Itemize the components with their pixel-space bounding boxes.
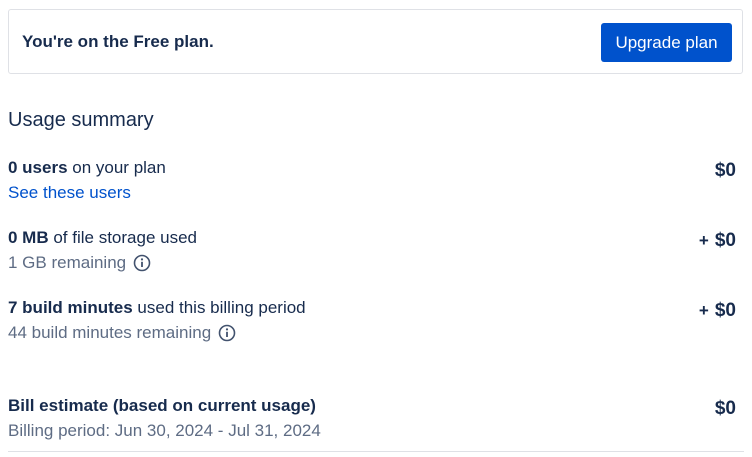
bill-estimate: Bill estimate (based on current usage) B… xyxy=(8,395,736,442)
users-description: on your plan xyxy=(67,158,166,177)
storage-price-value: $0 xyxy=(714,230,736,251)
build-remaining-text: 44 build minutes remaining xyxy=(8,323,212,342)
users-price: $0 xyxy=(715,160,736,182)
plan-status-text: You're on the Free plan. xyxy=(22,32,214,51)
users-price-value: $0 xyxy=(714,160,736,181)
bill-estimate-title: Bill estimate (based on current usage) xyxy=(8,395,736,417)
usage-row-build-minutes: 7 build minutes used this billing period… xyxy=(8,297,736,344)
build-summary: 7 build minutes used this billing period xyxy=(8,297,736,319)
users-summary: 0 users on your plan xyxy=(8,157,736,179)
usage-row-users: 0 users on your plan See these users $0 xyxy=(8,157,736,204)
plan-banner: You're on the Free plan. Upgrade plan xyxy=(8,9,743,74)
users-count: 0 users xyxy=(8,158,68,177)
usage-row-storage: 0 MB of file storage used 1 GB remaining… xyxy=(8,227,736,274)
storage-price: + $0 xyxy=(699,230,736,252)
storage-summary: 0 MB of file storage used xyxy=(8,227,736,249)
build-price-value: $0 xyxy=(714,300,736,321)
billing-period-text: Billing period: Jun 30, 2024 - Jul 31, 2… xyxy=(8,421,321,440)
storage-remaining-text: 1 GB remaining xyxy=(8,253,127,272)
billing-period: Billing period: Jun 30, 2024 - Jul 31, 2… xyxy=(8,420,736,442)
build-price: + $0 xyxy=(699,300,736,322)
build-description: used this billing period xyxy=(132,298,306,317)
storage-plus-sign: + xyxy=(698,231,709,250)
upgrade-plan-button[interactable]: Upgrade plan xyxy=(601,23,732,62)
build-plus-sign: + xyxy=(698,301,709,320)
bill-estimate-label: Bill estimate (based on current usage) xyxy=(8,396,316,415)
bottom-divider xyxy=(8,451,744,452)
usage-summary-title: Usage summary xyxy=(8,109,154,131)
storage-amount: 0 MB xyxy=(8,228,49,247)
info-icon[interactable] xyxy=(133,254,151,272)
build-minutes-count: 7 build minutes xyxy=(8,298,133,317)
storage-description: of file storage used xyxy=(48,228,197,247)
see-these-users-link[interactable]: See these users xyxy=(8,182,131,204)
info-icon[interactable] xyxy=(218,324,236,342)
bill-estimate-price-value: $0 xyxy=(714,398,736,419)
storage-remaining: 1 GB remaining xyxy=(8,252,736,274)
build-remaining: 44 build minutes remaining xyxy=(8,322,736,344)
bill-estimate-price: $0 xyxy=(715,398,736,420)
